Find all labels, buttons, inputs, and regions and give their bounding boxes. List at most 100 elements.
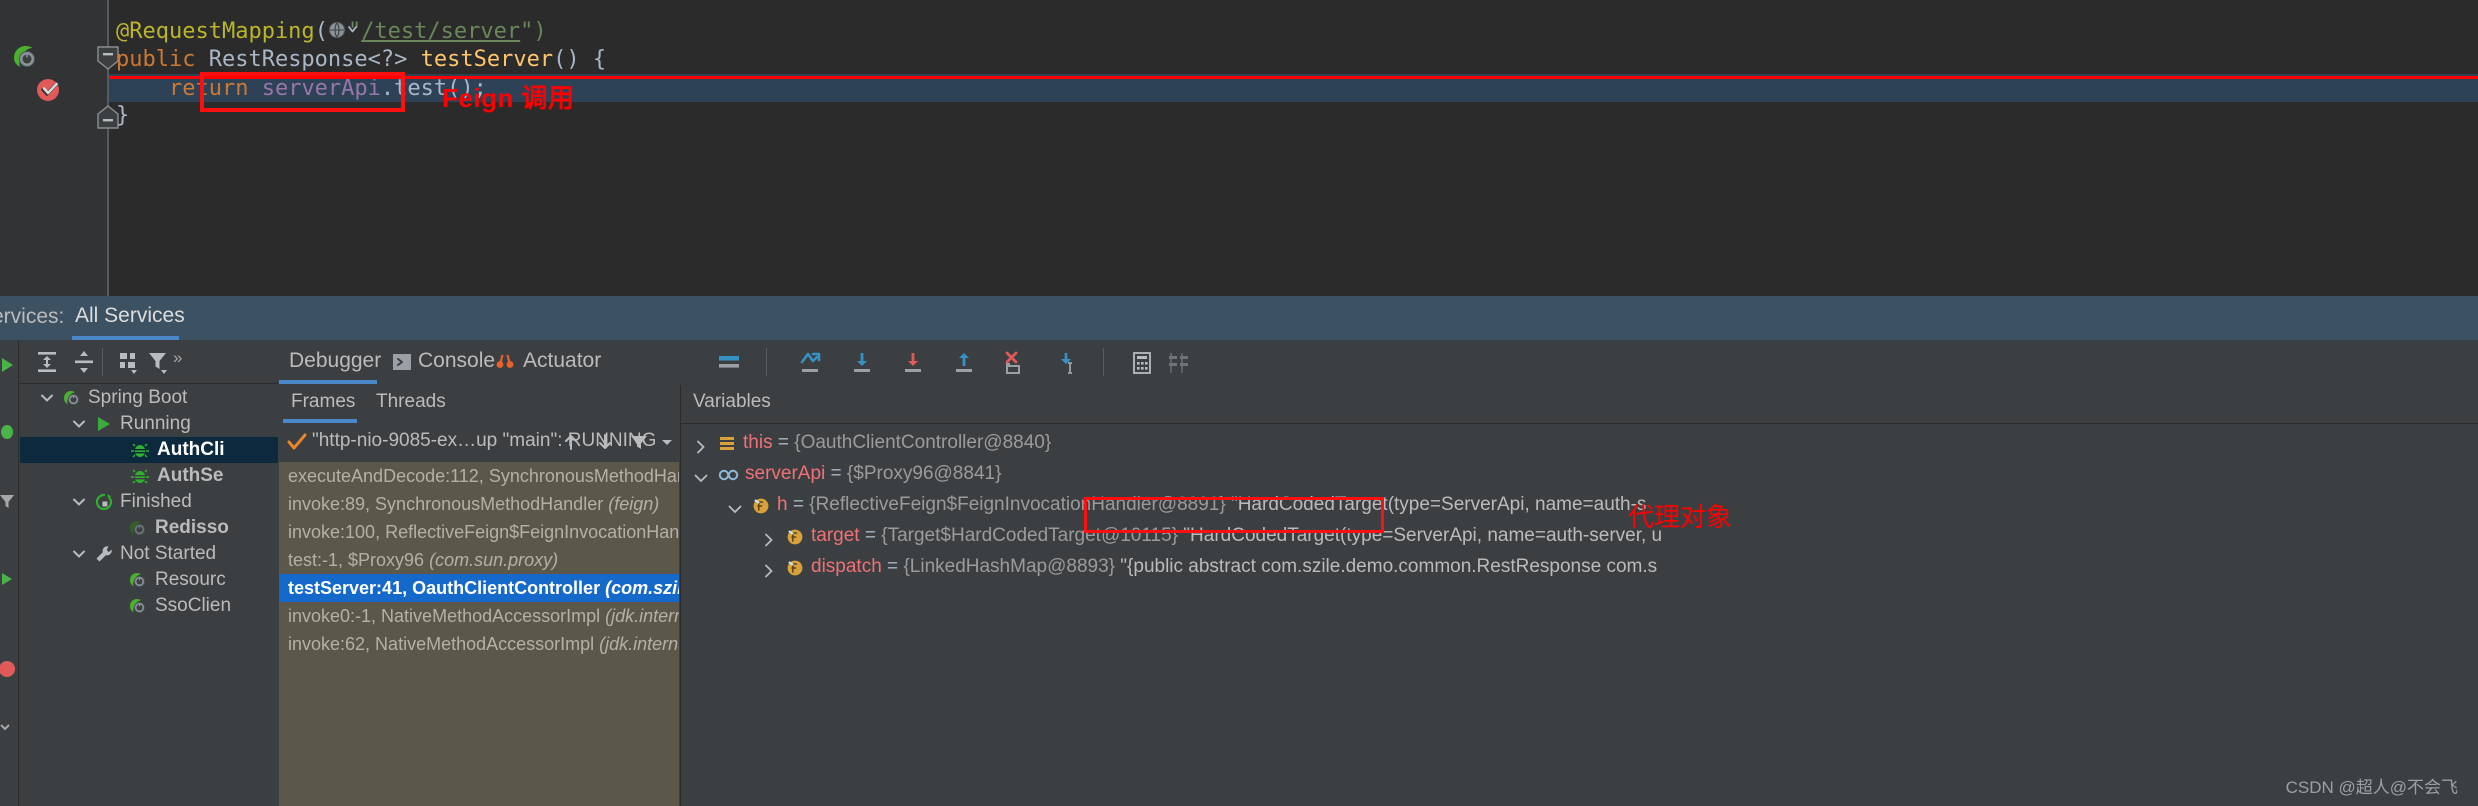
variable-row-this[interactable]: this = {OauthClientController@8840} [681, 427, 2478, 458]
group-by-icon[interactable] [116, 349, 142, 375]
editor-gutter[interactable] [0, 0, 108, 296]
services-tree[interactable]: Spring Boot Running AuthCli AuthSe Finis… [20, 385, 278, 806]
tree-row-running[interactable]: Running [20, 411, 278, 437]
tree-row-authclient[interactable]: AuthCli [20, 437, 278, 463]
variable-row-serverApi[interactable]: serverApi = {$Proxy96@8841} [681, 458, 2478, 489]
variables-title: Variables [693, 391, 771, 412]
field-f-icon [785, 557, 805, 577]
dropdown-icon[interactable] [657, 432, 677, 452]
spring-bean-gutter-icon[interactable] [10, 42, 40, 72]
tree-label: AuthCli [157, 439, 225, 460]
frames-tab-bar[interactable]: Frames Threads [279, 385, 679, 423]
chevron-down-icon[interactable] [70, 493, 88, 511]
feign-call-annotation-label: Feign 调用 [442, 83, 575, 113]
step-over-icon[interactable] [849, 350, 875, 376]
variable-value: {$Proxy96@8841} [846, 463, 1002, 484]
run-to-cursor-icon[interactable] [1053, 350, 1079, 376]
tab-debugger[interactable]: Debugger [289, 349, 381, 373]
arrow-down-icon[interactable] [595, 432, 615, 452]
stack-frame-row-selected[interactable]: testServer:41, OauthClientController (co… [279, 574, 679, 602]
tab-actuator[interactable]: Actuator [523, 349, 601, 373]
tab-all-services[interactable]: All Services [75, 304, 185, 328]
variable-value: {OauthClientController@8840} [794, 432, 1052, 453]
services-side-rail[interactable] [0, 340, 19, 806]
tree-row-redisson[interactable]: Redisso [20, 515, 278, 541]
spring-boot-icon [62, 388, 82, 408]
tab-frames[interactable]: Frames [291, 391, 355, 413]
settings-grid-icon[interactable] [1166, 350, 1192, 376]
frame-method: test:-1, $Proxy96 [288, 550, 430, 570]
code-line-signature[interactable]: public RestResponse<?> testServer() { [109, 46, 2478, 74]
stack-frame-row[interactable]: invoke0:-1, NativeMethodAccessorImpl (jd… [279, 602, 679, 630]
code-text-area[interactable]: @RequestMapping("/test/server") public R… [109, 0, 2478, 296]
chevron-down-icon[interactable] [693, 465, 709, 483]
stack-frame-row[interactable]: test:-1, $Proxy96 (com.sun.proxy) [279, 546, 679, 574]
rail-debug-icon[interactable] [0, 420, 18, 442]
tab-threads[interactable]: Threads [376, 391, 446, 413]
services-toolbar[interactable]: » [20, 340, 278, 384]
rail-run-icon[interactable] [0, 354, 18, 376]
frame-method: invoke0:-1, NativeMethodAccessorImpl [288, 606, 606, 626]
serverApi-field-token[interactable]: serverApi [262, 76, 381, 101]
arrow-up-icon[interactable] [561, 432, 581, 452]
chevron-right-icon[interactable] [761, 527, 777, 547]
variable-string: "{public abstract com.szile.demo.common.… [1120, 556, 1658, 577]
services-tab-bar[interactable]: ervices: All Services [0, 296, 2478, 340]
variable-row-target[interactable]: target = {Target$HardCodedTarget@10115} … [681, 520, 2478, 551]
force-step-into-icon[interactable] [1002, 350, 1028, 376]
frames-pane[interactable]: Frames Threads "http-nio-9085-ex…up "mai… [279, 385, 679, 806]
chevron-down-icon[interactable] [70, 415, 88, 433]
breakpoint-verified-icon[interactable] [34, 74, 64, 104]
tree-row-spring-boot[interactable]: Spring Boot [20, 385, 278, 411]
chevron-right-icon[interactable] [761, 558, 777, 578]
call-stack-list[interactable]: executeAndDecode:112, SynchronousMethodH… [279, 462, 679, 806]
tree-row-authserver[interactable]: AuthSe [20, 463, 278, 489]
globe-dropdown-icon[interactable] [328, 20, 357, 40]
collapse-all-icon[interactable] [71, 349, 97, 375]
services-tree-panel[interactable]: » Spring Boot Running AuthCli AuthSe Fin… [20, 340, 278, 806]
debug-toolbar[interactable]: Debugger Console Actuator [279, 340, 2478, 384]
filter-icon[interactable] [629, 432, 649, 452]
variables-tree[interactable]: this = {OauthClientController@8840} serv… [681, 427, 2478, 806]
tree-row-resourceserver[interactable]: Resourc [20, 567, 278, 593]
toolbar-separator [102, 348, 103, 376]
variables-pane[interactable]: Variables this = {OauthClientController@… [680, 385, 2478, 806]
thread-selector[interactable]: "http-nio-9085-ex…up "main": RUNNING [279, 424, 679, 461]
frame-package: (com.szile.demo.auth.co [605, 578, 679, 598]
stack-frame-row[interactable]: invoke:89, SynchronousMethodHandler (fei… [279, 490, 679, 518]
chevron-down-icon[interactable] [38, 389, 56, 407]
show-execution-point-icon[interactable] [798, 350, 824, 376]
expand-all-icon[interactable] [34, 349, 60, 375]
rail-more-icon[interactable] [0, 716, 18, 738]
chevron-down-icon[interactable] [70, 545, 88, 563]
chevron-down-icon[interactable] [727, 496, 743, 514]
spring-boot-icon [128, 596, 148, 616]
tree-row-finished[interactable]: Finished [20, 489, 278, 515]
services-toolbar-more-button[interactable]: » [173, 348, 183, 368]
tree-row-not-started[interactable]: Not Started [20, 541, 278, 567]
stack-frame-row[interactable]: invoke:100, ReflectiveFeign$FeignInvocat… [279, 518, 679, 546]
rail-stop-icon[interactable] [0, 658, 18, 680]
tree-label: Spring Boot [88, 387, 188, 408]
variable-string: "HardCodedTarget(type=ServerApi, name=au… [1183, 525, 1663, 546]
stack-frame-row[interactable]: invoke:62, NativeMethodAccessorImpl (jdk… [279, 630, 679, 658]
variable-row-dispatch[interactable]: dispatch = {LinkedHashMap@8893} "{public… [681, 551, 2478, 582]
tab-console[interactable]: Console [418, 349, 495, 373]
evaluate-expression-icon[interactable] [1129, 350, 1155, 376]
code-editor[interactable]: @RequestMapping("/test/server") public R… [0, 0, 2478, 296]
step-into-icon[interactable] [900, 350, 926, 376]
debug-panel[interactable]: Debugger Console Actuator Frames Threads… [279, 340, 2478, 806]
code-line-annotation[interactable]: @RequestMapping("/test/server") [109, 18, 2478, 46]
variable-row-h[interactable]: h = {ReflectiveFeign$FeignInvocationHand… [681, 489, 2478, 520]
filter-icon[interactable] [146, 349, 172, 375]
tree-row-ssoclient[interactable]: SsoClien [20, 593, 278, 619]
layout-settings-icon[interactable] [716, 350, 742, 376]
variable-name: h [777, 494, 788, 515]
tree-label: Resourc [155, 569, 226, 590]
stack-frame-row[interactable]: executeAndDecode:112, SynchronousMethodH… [279, 462, 679, 490]
chevron-right-icon[interactable] [693, 434, 709, 454]
mapping-path[interactable]: /test/server [361, 19, 520, 44]
step-out-icon[interactable] [951, 350, 977, 376]
rail-rerun-icon[interactable] [0, 568, 18, 590]
rail-filter-icon[interactable] [0, 490, 18, 512]
